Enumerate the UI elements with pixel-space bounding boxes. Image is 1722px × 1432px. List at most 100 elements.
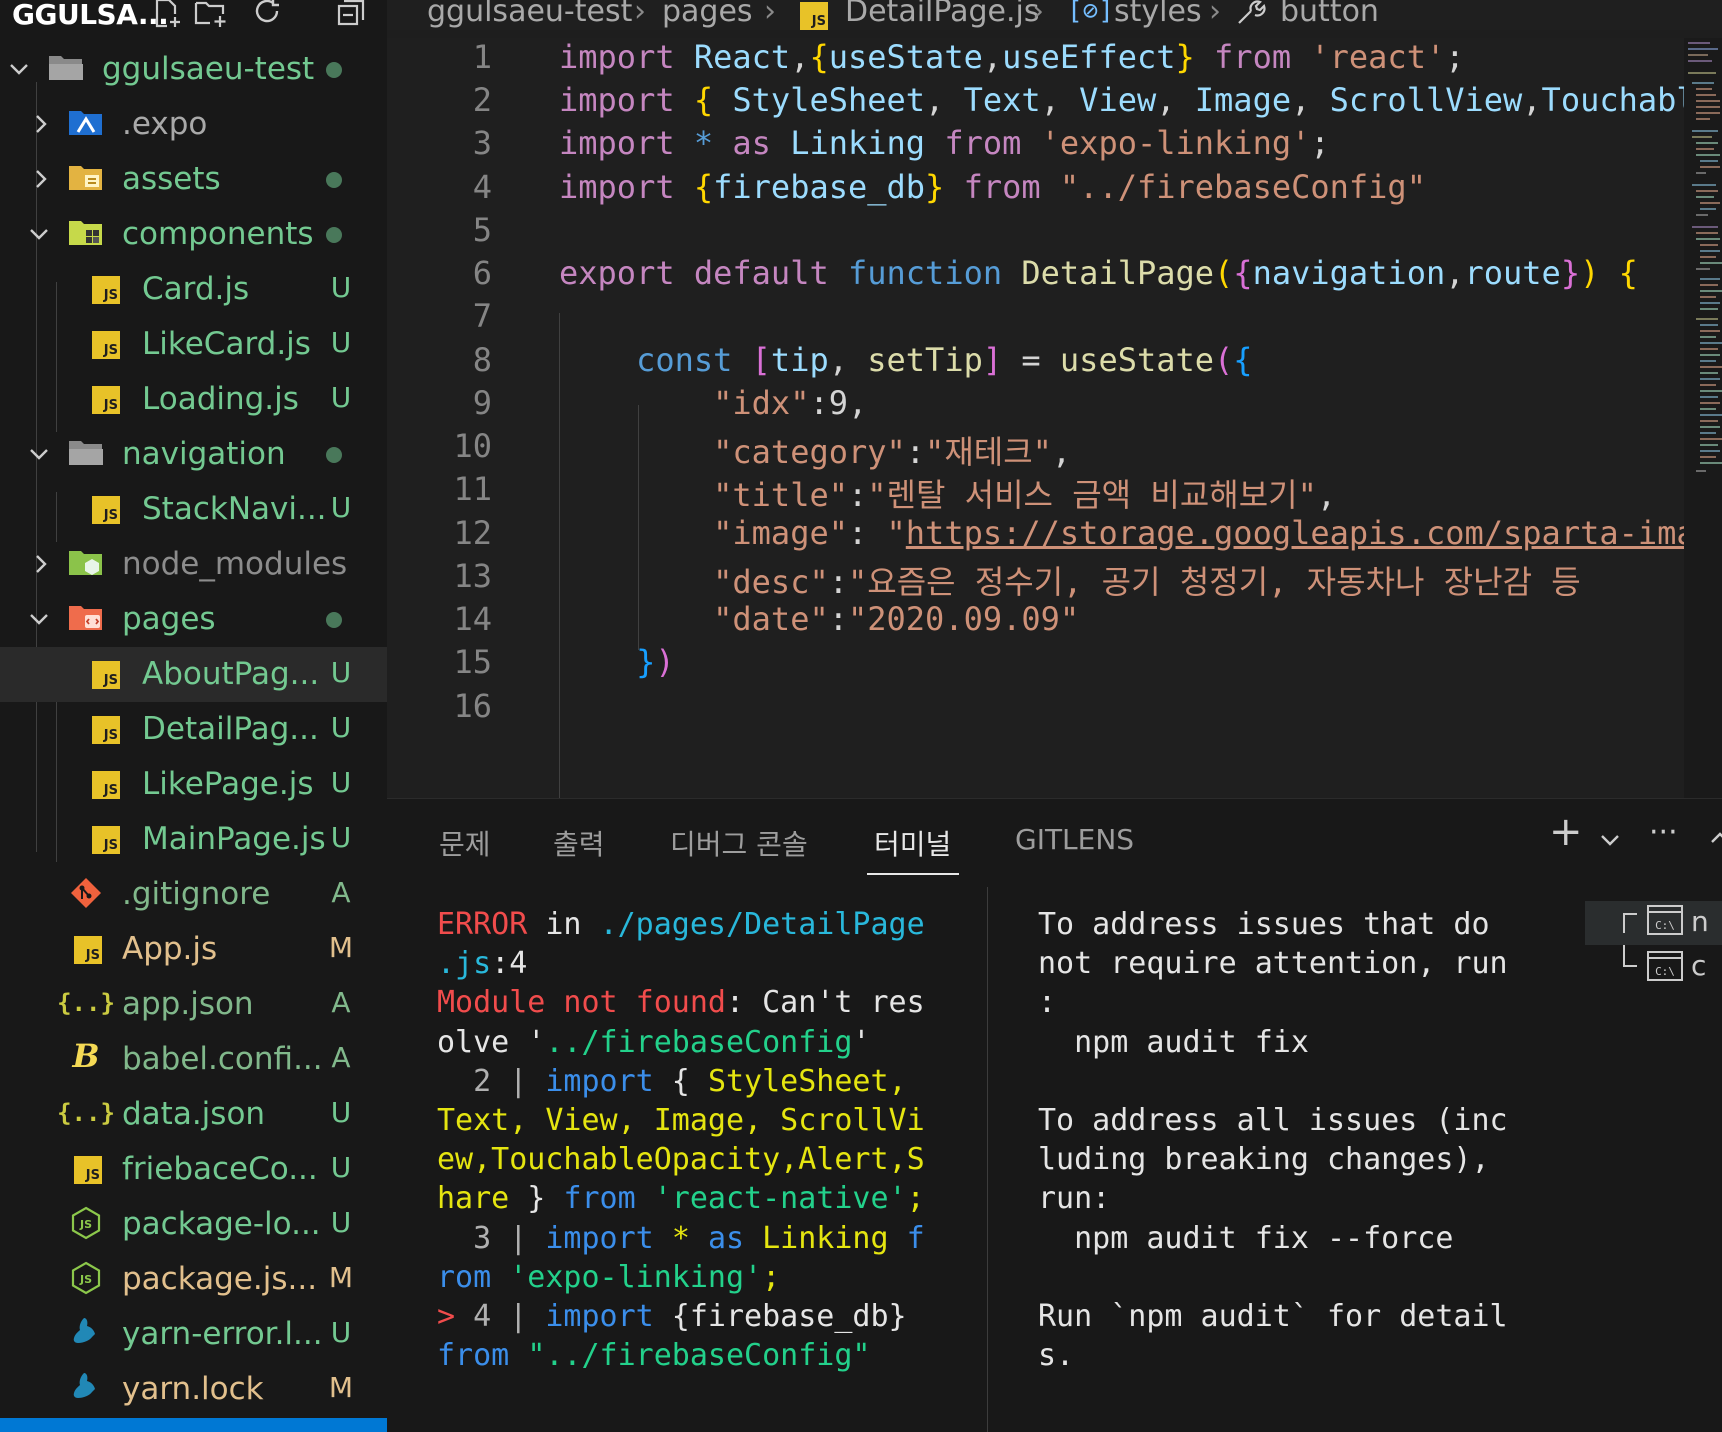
breadcrumb-folder[interactable]: pages: [662, 0, 753, 29]
javascript-file-icon: JS: [88, 494, 124, 526]
minimap-line: [1696, 196, 1714, 198]
javascript-file-icon: JS: [88, 769, 124, 801]
breadcrumb-symbol-button[interactable]: button: [1280, 0, 1379, 29]
javascript-file-icon: JS: [88, 659, 124, 691]
tree-file-app[interactable]: JS App.js M: [0, 922, 387, 977]
code-token: ,: [925, 81, 945, 119]
minimap[interactable]: [1684, 38, 1722, 798]
tree-file-appjson[interactable]: {..} app.json A: [0, 977, 387, 1032]
tab-problems[interactable]: 문제: [439, 823, 491, 863]
breadcrumb-project[interactable]: ggulsaeu-test: [427, 0, 632, 29]
tree-root-folder[interactable]: ggulsaeu-test: [0, 42, 387, 97]
tree-file-yarnerror[interactable]: yarn-error.l... U: [0, 1307, 387, 1362]
code-token: import: [559, 38, 675, 76]
code-token: "desc": [713, 563, 829, 601]
explorer-title: GGULSA...: [12, 0, 169, 31]
breadcrumb-file[interactable]: DetailPage.js: [845, 0, 1040, 29]
code-token: (: [1214, 254, 1234, 292]
tree-file-aboutpage[interactable]: JS AboutPag... U: [0, 647, 387, 702]
terminal-list-item[interactable]: C:\ n: [1585, 901, 1722, 945]
line-number: 16: [453, 687, 492, 725]
code-token: ]: [982, 341, 1003, 379]
git-status-badge: U: [330, 326, 352, 359]
breadcrumb-symbol-styles[interactable]: styles: [1114, 0, 1202, 29]
code-token: ,: [1522, 81, 1542, 119]
tree-file-detailpage[interactable]: JS DetailPag... U: [0, 702, 387, 757]
tree-file-yarnlock[interactable]: yarn.lock M: [0, 1362, 387, 1417]
terminal-text: hare: [437, 1181, 510, 1217]
code-token: from: [944, 124, 1022, 162]
terminal-text: from: [563, 1181, 636, 1217]
code-link[interactable]: https://storage.googleapis.com/sparta-im…: [906, 514, 1684, 552]
tree-folder-pages[interactable]: pages: [0, 592, 387, 647]
tree-file-mainpage[interactable]: JS MainPage.js U: [0, 812, 387, 867]
line-number: 1: [472, 38, 492, 76]
terminal-split-divider[interactable]: [987, 887, 988, 1432]
chevron-down-icon[interactable]: [1599, 829, 1621, 855]
code-line: }): [559, 643, 675, 681]
line-number: 13: [453, 557, 492, 595]
code-token: useEffect: [1002, 38, 1176, 76]
tree-file-datajson[interactable]: {..} data.json U: [0, 1087, 387, 1142]
yarn-icon: [68, 1370, 104, 1402]
tab-output[interactable]: 출력: [553, 823, 605, 863]
tree-file-likecard[interactable]: JS LikeCard.js U: [0, 317, 387, 372]
terminal-list: C:\ n C:\ c: [1585, 887, 1722, 1432]
new-folder-icon[interactable]: [194, 0, 228, 30]
code-token: Image: [1194, 81, 1292, 119]
tree-file-loading[interactable]: JS Loading.js U: [0, 372, 387, 427]
tab-gitlens[interactable]: GITLENS: [1015, 823, 1134, 856]
tree-file-firebaseconfig[interactable]: JS friebaceCo... U: [0, 1142, 387, 1197]
terminal-output[interactable]: To address issues that do not require at…: [1038, 905, 1508, 1432]
javascript-file-icon: JS: [88, 384, 124, 416]
tree-folder-navigation[interactable]: navigation: [0, 427, 387, 482]
minimap-line: [1700, 384, 1716, 386]
tree-folder-node-modules[interactable]: node_modules: [0, 537, 387, 592]
tree-file-gitignore[interactable]: .gitignore A: [0, 867, 387, 922]
code-token: :: [847, 476, 868, 514]
terminal-text: ew,TouchableOpacity,Alert,S: [437, 1142, 925, 1178]
minimap-line: [1700, 296, 1716, 298]
more-actions-button[interactable]: ···: [1649, 815, 1678, 850]
tree-folder-assets[interactable]: assets: [0, 152, 387, 207]
javascript-file-icon: JS: [88, 329, 124, 361]
tree-label: data.json: [122, 1096, 266, 1132]
tree-folder-expo[interactable]: .expo: [0, 97, 387, 152]
tree-folder-components[interactable]: components: [0, 207, 387, 262]
explorer-header: GGULSA...: [0, 0, 387, 31]
code-line: "image": "https://storage.googleapis.com…: [559, 514, 1684, 552]
tree-file-babelconfig[interactable]: B babel.confi... A: [0, 1032, 387, 1087]
code-editor[interactable]: 1 2 3 4 5 6 7 8 9 10 11 12 13 14 15 16 i…: [387, 38, 1684, 798]
tree-file-card[interactable]: JS Card.js U: [0, 262, 387, 317]
minimap-line: [1700, 202, 1720, 204]
git-status-badge: U: [330, 1096, 352, 1129]
tree-file-packagelock[interactable]: JS package-lo... U: [0, 1197, 387, 1252]
code-token: DetailPage: [1021, 254, 1215, 292]
code-token: useState: [828, 38, 983, 76]
refresh-icon[interactable]: [250, 0, 284, 30]
new-file-icon[interactable]: [150, 0, 184, 30]
tree-file-packagejson[interactable]: JS package.js... M: [0, 1252, 387, 1307]
git-status-badge: U: [330, 1316, 352, 1349]
json-icon: {..}: [57, 1099, 115, 1127]
tree-file-stacknavigator[interactable]: JS StackNavi... U: [0, 482, 387, 537]
tree-label: LikeCard.js: [142, 326, 311, 362]
new-terminal-button[interactable]: +: [1549, 809, 1583, 855]
minimap-line: [1700, 420, 1718, 422]
code-token: setTip: [867, 341, 983, 379]
tab-terminal[interactable]: 터미널: [874, 823, 951, 863]
code-token: from: [1214, 38, 1292, 76]
git-status-badge: A: [331, 1041, 351, 1074]
code-token: ): [1580, 254, 1600, 292]
tree-file-likepage[interactable]: JS LikePage.js U: [0, 757, 387, 812]
terminal-output[interactable]: ERROR in ./pages/DetailPage .js:4 Module…: [437, 905, 927, 1432]
code-token: "date": [713, 600, 829, 638]
tab-debug-console[interactable]: 디버그 콘솔: [670, 823, 808, 863]
code-token: "요즘은 정수기, 공기 청정기, 자동차나 장난감 등: [847, 563, 1581, 601]
terminal-list-item[interactable]: C:\ c: [1585, 945, 1722, 989]
chevron-up-icon[interactable]: [1709, 827, 1722, 853]
tree-label: .expo: [122, 106, 208, 142]
collapse-all-icon[interactable]: [334, 0, 368, 30]
minimap-line: [1696, 154, 1720, 156]
code-line: const [tip, setTip] = useState({: [559, 341, 1253, 379]
